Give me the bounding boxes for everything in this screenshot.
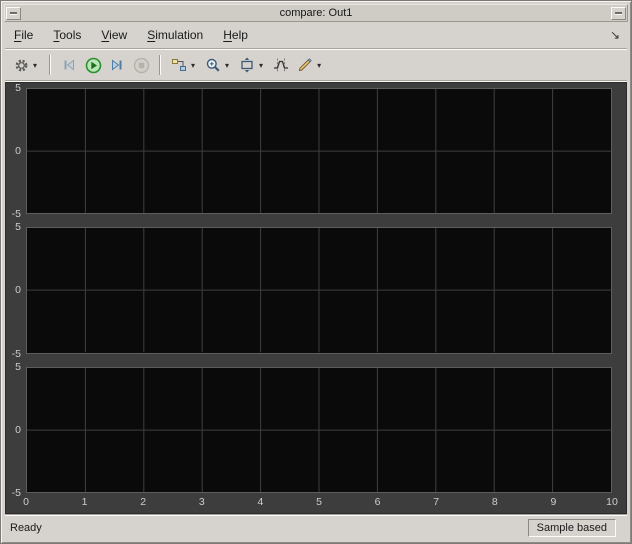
status-text: Ready <box>10 522 42 534</box>
menu-file[interactable]: File <box>8 25 39 45</box>
step-back-icon <box>61 57 77 73</box>
dock-arrow-icon[interactable]: ↘ <box>610 28 620 42</box>
step-forward-button[interactable] <box>105 53 129 77</box>
x-tick-label: 9 <box>550 496 557 508</box>
sample-mode-cell: Sample based <box>527 519 616 537</box>
y-axis-labels: 5 0 -5 <box>6 361 26 499</box>
y-axis-labels: 5 0 -5 <box>6 221 26 359</box>
x-tick-label: 1 <box>81 496 88 508</box>
plot-area-2[interactable] <box>26 227 612 354</box>
zoom-button[interactable] <box>201 53 225 77</box>
plot-area-3[interactable] <box>26 366 612 493</box>
scope-axes-1: 5 0 -5 <box>6 82 612 220</box>
window-menu-icon <box>10 12 17 14</box>
zoom-dropdown[interactable]: ▾ <box>225 61 232 70</box>
titlebar[interactable]: compare: Out1 <box>4 4 628 22</box>
toolbar-separator <box>159 55 162 75</box>
brush-icon <box>297 57 313 73</box>
y-tick-label: -5 <box>11 486 21 499</box>
grid-lines <box>27 368 611 492</box>
zoom-icon <box>205 57 221 73</box>
signal-selector-dropdown[interactable]: ▾ <box>191 61 198 70</box>
menu-tools[interactable]: Tools <box>47 25 87 45</box>
style-dropdown[interactable]: ▾ <box>317 61 324 70</box>
scope-window: compare: Out1 File Tools View Simulation Hel… <box>0 0 632 544</box>
x-tick-label: 7 <box>433 496 440 508</box>
menu-items: File Tools View Simulation Help <box>8 25 262 45</box>
toolbar-separator <box>49 55 52 75</box>
run-icon <box>85 57 102 74</box>
x-tick-label: 4 <box>257 496 264 508</box>
grid-lines <box>27 89 611 213</box>
stop-button[interactable] <box>129 53 153 77</box>
autoscale-icon <box>239 57 255 73</box>
menu-view[interactable]: View <box>95 25 133 45</box>
signal-selector-button[interactable] <box>167 53 191 77</box>
x-tick-label: 3 <box>198 496 205 508</box>
plot-area-1[interactable] <box>26 88 612 215</box>
y-tick-label: -5 <box>11 208 21 221</box>
x-axis-labels: 0 1 2 3 4 5 6 7 8 9 10 <box>23 493 618 511</box>
x-tick-label: 6 <box>374 496 381 508</box>
x-tick-label: 2 <box>140 496 147 508</box>
signal-selector-icon <box>171 57 187 73</box>
scope-axes-3: 5 0 -5 <box>6 361 612 499</box>
y-tick-label: 5 <box>15 221 21 234</box>
stop-icon <box>133 57 150 74</box>
axes-stack: 5 0 -5 5 0 -5 5 0 -5 <box>6 82 612 499</box>
configuration-dropdown[interactable]: ▾ <box>33 61 40 70</box>
y-tick-label: 5 <box>15 360 21 373</box>
x-tick-label: 8 <box>491 496 498 508</box>
step-back-button[interactable] <box>57 53 81 77</box>
y-tick-label: 0 <box>15 145 21 158</box>
cursor-measurements-icon <box>273 57 289 73</box>
menu-simulation[interactable]: Simulation <box>141 25 209 45</box>
configuration-button[interactable] <box>9 53 33 77</box>
step-forward-icon <box>109 57 125 73</box>
y-tick-label: 5 <box>15 82 21 94</box>
grid-lines <box>27 228 611 352</box>
scope-axes-2: 5 0 -5 <box>6 221 612 360</box>
x-axis-row: 0 1 2 3 4 5 6 7 8 9 10 <box>6 493 618 511</box>
window-menu-button[interactable] <box>6 6 21 20</box>
statusbar: Ready Sample based <box>4 516 628 540</box>
window-restore-icon <box>615 12 622 14</box>
y-tick-label: 0 <box>15 423 21 436</box>
scale-axes-button[interactable] <box>235 53 259 77</box>
toolbar: ▾ ▾ ▾ ▾ ▾ <box>4 50 628 80</box>
window-title: compare: Out1 <box>279 7 353 19</box>
window-restore-button[interactable] <box>611 6 626 20</box>
x-tick-label: 5 <box>316 496 322 508</box>
scale-axes-dropdown[interactable]: ▾ <box>259 61 266 70</box>
x-tick-label: 0 <box>23 496 29 508</box>
y-tick-label: -5 <box>11 347 21 360</box>
y-axis-labels: 5 0 -5 <box>6 82 26 220</box>
x-tick-label: 10 <box>606 496 618 508</box>
menubar: File Tools View Simulation Help ↘ <box>4 22 628 48</box>
menu-help[interactable]: Help <box>217 25 254 45</box>
y-tick-label: 0 <box>15 284 21 297</box>
scope-canvas: 5 0 -5 5 0 -5 5 0 -5 0 1 2 3 4 5 6 7 8 9 10 <box>5 82 627 514</box>
gear-icon <box>14 58 29 73</box>
run-button[interactable] <box>81 53 105 77</box>
style-button[interactable] <box>293 53 317 77</box>
cursor-measurements-button[interactable] <box>269 53 293 77</box>
